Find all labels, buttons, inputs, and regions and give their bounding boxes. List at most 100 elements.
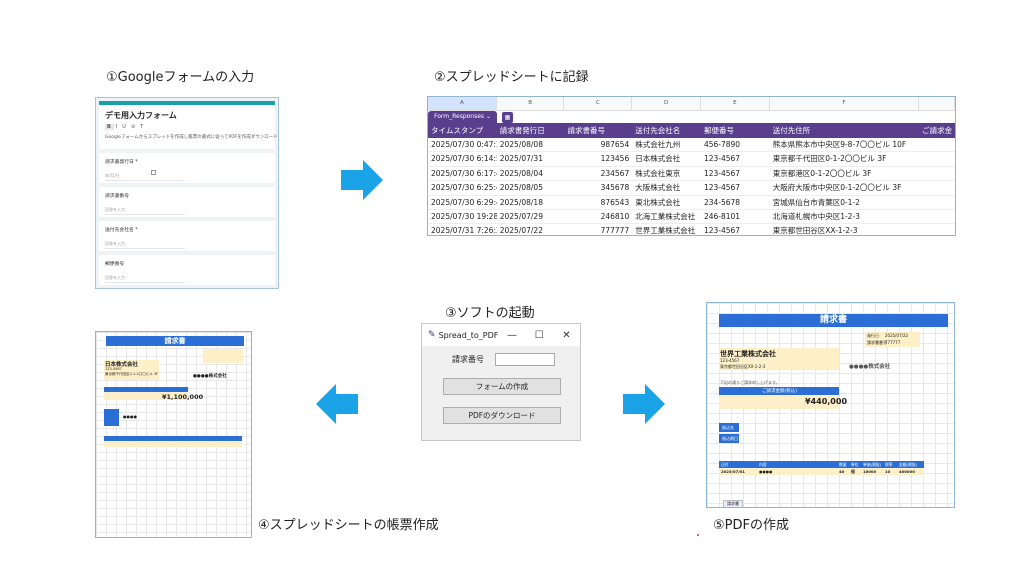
table-cell[interactable]: 大阪株式会社 (632, 181, 701, 194)
close-button[interactable]: ✕ (553, 330, 580, 341)
table-cell[interactable]: 東北株式会社 (632, 196, 701, 209)
issue-date-label: 発行日 (867, 333, 879, 338)
table-cell[interactable]: 2025/07/30 6:17:47 (428, 167, 497, 180)
table-name-tab[interactable]: Form_Responses ⌄ (428, 111, 497, 123)
items-header-cell: 数量 (839, 462, 847, 467)
arrow-right-icon (341, 160, 383, 200)
answer-input[interactable]: 回答を入力 (105, 241, 185, 249)
table-cell[interactable]: 2025/08/18 (497, 196, 565, 209)
table-cell[interactable] (919, 181, 955, 194)
header-invoice-number[interactable]: 請求書番号 (564, 123, 632, 138)
column-header[interactable]: D (632, 97, 701, 110)
link-button[interactable]: ⊖ (129, 124, 138, 130)
table-cell[interactable]: 246-8101 (701, 210, 770, 223)
table-cell[interactable]: 宮城県仙台市青葉区0-1-2 (770, 196, 919, 209)
column-header[interactable] (919, 97, 955, 110)
column-header[interactable]: C (564, 97, 633, 110)
table-cell[interactable]: 北海工業株式会社 (632, 210, 701, 223)
create-form-button[interactable]: フォームの作成 (443, 378, 561, 395)
sheet-tab[interactable]: 請求書 (723, 500, 743, 507)
table-cell[interactable]: 2025/07/30 6:25:47 (428, 181, 497, 194)
table-cell[interactable]: 987654 (564, 138, 632, 151)
date-input[interactable]: 年/月/日 (105, 173, 185, 181)
header-amount[interactable]: ご請求金 (919, 123, 955, 138)
bank-label: 振込先 (722, 425, 734, 430)
clear-format-button[interactable]: T (138, 124, 146, 130)
question-label: 郵便番号 (105, 262, 125, 267)
table-cell[interactable]: 2025/07/31 (497, 152, 565, 165)
form-format-toolbar: B I U ⊖ T (105, 124, 269, 130)
answer-input[interactable]: 回答を入力 (105, 207, 185, 215)
table-cell[interactable]: 123-4567 (701, 181, 770, 194)
table-cell[interactable]: 2025/08/04 (497, 167, 565, 180)
recipient-address: 東京都千代田区0-1-2〇〇ビル 3F (105, 372, 159, 376)
table-cell[interactable]: 大阪府大阪市中央区0-1-2〇〇ビル 3F (770, 181, 919, 194)
invoice-number-input[interactable] (495, 353, 555, 366)
download-pdf-button[interactable]: PDFのダウンロード (443, 407, 561, 424)
column-header-row: A B C D E F (428, 97, 955, 111)
table-cell[interactable]: 234-5678 (701, 196, 770, 209)
table-cell[interactable]: 東京都千代田区0-1-2〇〇ビル 3F (770, 152, 919, 165)
table-cell[interactable]: 2025/07/22 (497, 224, 565, 235)
table-cell[interactable] (919, 224, 955, 235)
table-cell[interactable]: 456-7890 (701, 138, 770, 151)
table-cell[interactable]: 2025/07/30 19:28:5 (428, 210, 497, 223)
table-cell[interactable]: 2025/08/05 (497, 181, 565, 194)
table-cell[interactable] (919, 210, 955, 223)
table-cell[interactable] (919, 167, 955, 180)
table-cell[interactable]: 876543 (564, 196, 632, 209)
recipient-postal: 123-4567 (105, 367, 122, 371)
table-cell[interactable]: 株式会社九州 (632, 138, 701, 151)
table-cell[interactable]: 2025/07/30 0:47:31 (428, 138, 497, 151)
calendar-icon[interactable] (151, 170, 156, 175)
bold-button[interactable]: B (105, 124, 114, 130)
table-cell[interactable] (919, 138, 955, 151)
table-cell[interactable]: 世界工業株式会社 (632, 224, 701, 235)
form-question-company: 送付先会社名 * 回答を入力 (99, 221, 275, 251)
table-cell[interactable]: 2025/07/30 6:14:56 (428, 152, 497, 165)
table-cell[interactable]: 123-4567 (701, 224, 770, 235)
column-header[interactable]: F (770, 97, 920, 110)
table-cell[interactable]: 123-4567 (701, 167, 770, 180)
table-icon[interactable]: ▦ (502, 112, 513, 123)
table-cell[interactable]: 株式会社東京 (632, 167, 701, 180)
column-header[interactable]: B (497, 97, 565, 110)
items-cell: 10 (885, 469, 891, 474)
form-description: Googleフォームからスプレッドを作成し帳票の書式に従ってPDFを作成ダウンロ… (105, 135, 278, 140)
header-address[interactable]: 送付先住所 (770, 123, 919, 138)
header-issue-date[interactable]: 請求書発行日 (497, 123, 565, 138)
table-cell[interactable]: 246810 (564, 210, 632, 223)
invoice-sheet-screenshot: 請求書 日本株式会社 123-4567 東京都千代田区0-1-2〇〇ビル 3F … (95, 331, 252, 538)
table-cell[interactable]: 123-4567 (701, 152, 770, 165)
table-cell[interactable] (919, 196, 955, 209)
table-cell[interactable]: 東京都世田谷区XX-1-2-3 (770, 224, 919, 235)
arrow-left-icon (316, 384, 358, 424)
form-title: デモ用入力フォーム (105, 111, 177, 120)
header-postal[interactable]: 郵便番号 (701, 123, 770, 138)
header-company[interactable]: 送付先会社名 (632, 123, 701, 138)
column-header[interactable]: A (428, 97, 497, 110)
items-cell: 個 (851, 469, 855, 474)
table-cell[interactable]: 2025/07/31 7:26:24 (428, 224, 497, 235)
table-cell[interactable]: 2025/07/30 6:29:47 (428, 196, 497, 209)
underline-button[interactable]: U (120, 124, 129, 130)
table-cell[interactable]: 北海道札幌市中央区1-2-3 (770, 210, 919, 223)
table-cell[interactable]: 日本株式会社 (632, 152, 701, 165)
table-cell[interactable]: 2025/08/08 (497, 138, 565, 151)
table-row: 2025/07/31 7:26:242025/07/22777777世界工業株式… (428, 224, 955, 235)
total-amount: ¥440,000 (805, 397, 848, 406)
table-cell[interactable] (919, 152, 955, 165)
header-timestamp[interactable]: タイムスタンプ (428, 123, 497, 138)
table-cell[interactable]: 2025/07/29 (497, 210, 565, 223)
table-cell[interactable]: 345678 (564, 181, 632, 194)
column-header[interactable]: E (701, 97, 770, 110)
maximize-button[interactable]: ☐ (526, 330, 553, 341)
answer-input[interactable]: 回答を入力 (105, 275, 185, 283)
table-cell[interactable]: 東京都港区0-1-2〇〇ビル 3F (770, 167, 919, 180)
table-cell[interactable]: 熊本県熊本市中央区9-8-7〇〇ビル 10F (770, 138, 919, 151)
table-cell[interactable]: 123456 (564, 152, 632, 165)
table-cell[interactable]: 234567 (564, 167, 632, 180)
items-header-cell: 税率 (885, 462, 893, 467)
table-cell[interactable]: 777777 (564, 224, 632, 235)
minimize-button[interactable]: — (498, 330, 525, 341)
